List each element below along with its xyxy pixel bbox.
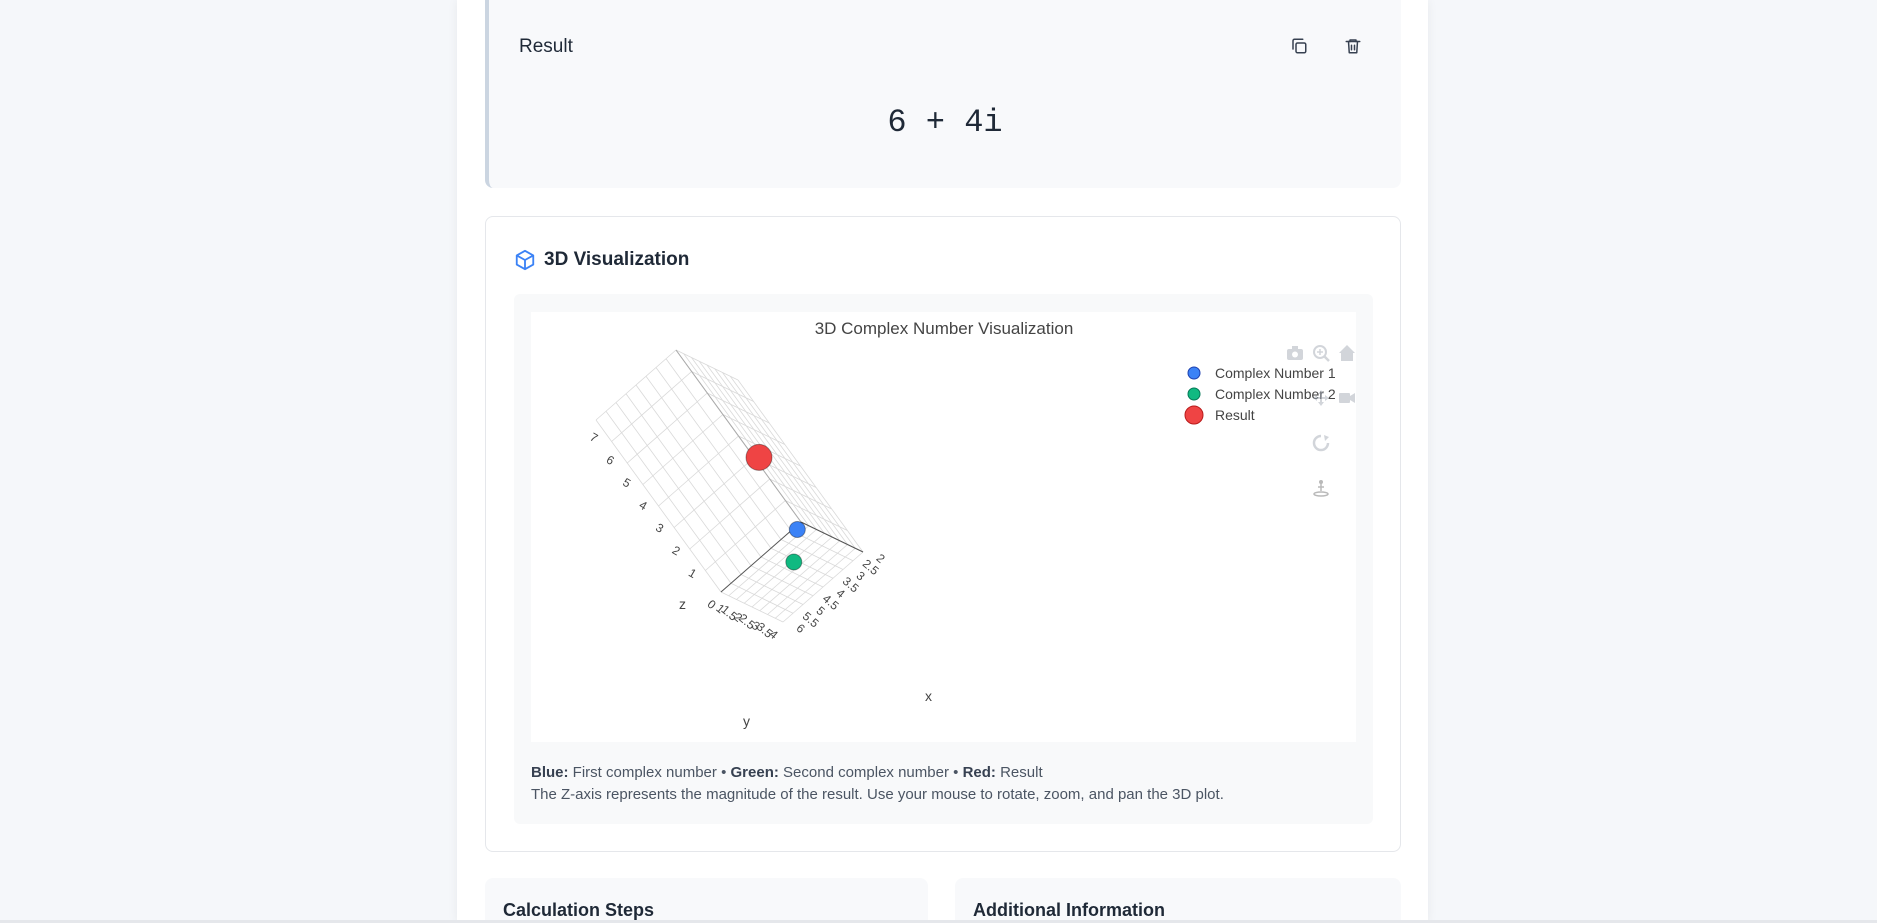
- grid-line: [691, 371, 754, 402]
- x-tick-label: 6: [794, 621, 808, 636]
- caption-red-label: Red:: [962, 764, 996, 781]
- grid-line: [605, 411, 732, 584]
- caption-blue-label: Blue:: [531, 764, 569, 781]
- grid-line: [722, 372, 848, 545]
- grid-line: [642, 414, 724, 485]
- additional-info-title: Additional Information: [973, 900, 1165, 920]
- calculation-steps-card: Calculation Steps: [485, 878, 928, 923]
- plot-svg[interactable]: 3D Complex Number Visualization 12345670…: [531, 312, 1356, 742]
- plot-title: 3D Complex Number Visualization: [815, 319, 1074, 338]
- plot-area[interactable]: 3D Complex Number Visualization 12345670…: [531, 312, 1356, 742]
- caption-blue-text: First complex number: [572, 764, 717, 781]
- caption-green-text: Second complex number: [783, 764, 949, 781]
- legend-label-result[interactable]: Result: [1215, 407, 1255, 423]
- tick-layer: 1234567011.522.533.5422.533.544.555.56: [587, 430, 887, 642]
- z-tick-label: 3: [653, 520, 666, 536]
- point-layer: [745, 443, 806, 571]
- z-tick-label: 4: [637, 498, 650, 514]
- calculation-steps-title: Calculation Steps: [503, 900, 655, 920]
- visualization-header: 3D Visualization: [514, 249, 689, 271]
- legend-marker-complex-1: [1187, 366, 1201, 380]
- grid-line: [658, 435, 739, 507]
- z-axis-label: z: [679, 596, 686, 612]
- data-point-complex-number-2[interactable]: [785, 553, 803, 571]
- reset-camera-icon[interactable]: [1313, 480, 1329, 497]
- x-axis-label: x: [925, 688, 932, 704]
- legend-label-complex-2[interactable]: Complex Number 2: [1215, 386, 1336, 402]
- caption-description: The Z-axis represents the magnitude of t…: [531, 786, 1224, 803]
- camera-icon[interactable]: [1287, 346, 1303, 360]
- result-value: 6 + 4i: [887, 104, 1003, 141]
- caption-green-label: Green:: [730, 764, 779, 781]
- grid-line: [714, 368, 841, 541]
- additional-info-card: Additional Information: [955, 878, 1401, 923]
- z-tick-label: 2: [670, 543, 683, 559]
- trash-icon: [1345, 39, 1361, 54]
- data-point-complex-number-1[interactable]: [788, 520, 806, 538]
- z-tick-label: 7: [587, 430, 600, 446]
- zoom-icon[interactable]: [1313, 345, 1330, 362]
- cube-icon: [515, 249, 535, 271]
- grid-line: [625, 393, 752, 566]
- visualization-title: 3D Visualization: [544, 249, 690, 270]
- y-axis-label: y: [743, 713, 750, 729]
- visualization-caption: Blue: First complex number • Green: Seco…: [531, 762, 1224, 806]
- grid-line: [722, 414, 786, 445]
- z-tick-label: 5: [620, 475, 633, 491]
- result-card: Result 6 + 4i: [485, 0, 1401, 188]
- data-point-result[interactable]: [745, 443, 773, 471]
- legend-label-complex-1[interactable]: Complex Number 1: [1215, 365, 1336, 381]
- grid-line: [707, 392, 770, 424]
- legend-marker-complex-2: [1187, 387, 1201, 401]
- copy-icon: [1292, 38, 1307, 54]
- turntable-rotate-icon[interactable]: [1312, 434, 1330, 452]
- orbit-camera-icon[interactable]: [1339, 393, 1355, 403]
- caption-separator: •: [721, 764, 727, 781]
- grid-line: [595, 349, 677, 421]
- delete-button[interactable]: [1339, 32, 1367, 60]
- grid-line: [611, 371, 692, 442]
- grid-layer: [595, 349, 864, 623]
- z-tick-label: 1: [686, 566, 699, 582]
- caption-separator: •: [953, 764, 959, 781]
- copy-button[interactable]: [1285, 32, 1313, 60]
- caption-legend-line: Blue: First complex number • Green: Seco…: [531, 762, 1224, 784]
- legend-marker-result: [1184, 405, 1204, 425]
- grid-line: [595, 419, 722, 593]
- visualization-card: 3D Visualization 3D Complex Number Visua…: [485, 216, 1401, 852]
- z-tick-label: 6: [604, 453, 617, 469]
- caption-red-text: Result: [1000, 764, 1043, 781]
- legend[interactable]: Complex Number 1 Complex Number 2 Result: [1184, 365, 1336, 425]
- grid-line: [675, 349, 739, 381]
- home-icon[interactable]: [1339, 345, 1355, 361]
- axis-line: [675, 349, 802, 523]
- visualization-panel: 3D Complex Number Visualization 12345670…: [514, 294, 1373, 824]
- grid-line: [626, 392, 708, 464]
- result-title: Result: [519, 36, 573, 57]
